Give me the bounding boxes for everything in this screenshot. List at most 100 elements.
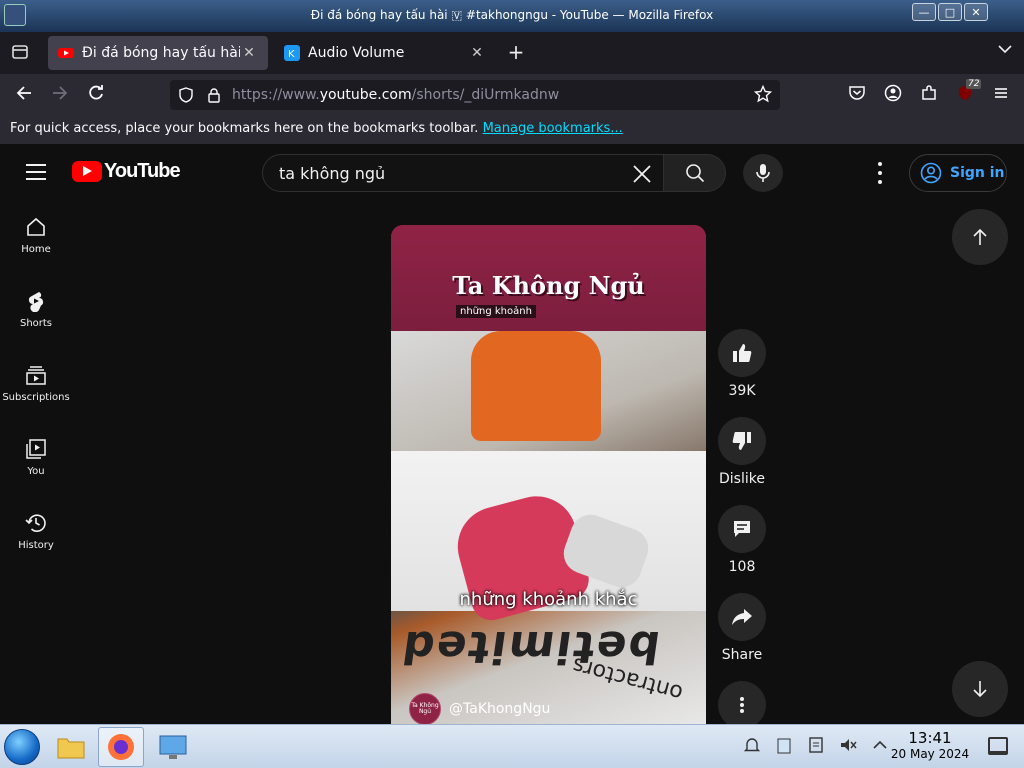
more-actions-button[interactable] <box>718 681 766 729</box>
next-short-button[interactable] <box>952 661 1008 717</box>
search-button[interactable] <box>664 154 726 192</box>
arrow-up-icon <box>973 228 987 245</box>
home-icon <box>27 217 45 236</box>
guide-item-home[interactable]: Home <box>0 216 72 290</box>
guide-label: Subscriptions <box>2 392 70 403</box>
shorts-icon <box>28 292 44 312</box>
taskbar: 13:41 20 May 2024 <box>0 724 1024 768</box>
mini-guide: Home Shorts Subscriptions You History <box>0 216 72 586</box>
file-manager-taskbar-item[interactable] <box>48 727 94 767</box>
new-tab-button[interactable]: + <box>504 40 528 64</box>
like-count: 39K <box>728 383 756 399</box>
app-menu-icon[interactable] <box>992 84 1012 104</box>
maximize-button[interactable]: □ <box>938 3 962 21</box>
guide-menu-button[interactable] <box>26 164 46 180</box>
minimize-button[interactable]: — <box>912 3 936 21</box>
window-title: Đi đá bóng hay tấu hài 🇻 #takhongngu - Y… <box>310 8 714 22</box>
kde-icon: K <box>284 45 300 61</box>
tab-audio-volume[interactable]: K Audio Volume ✕ <box>274 36 496 70</box>
tab-bar: Đi đá bóng hay tấu hài 🇻 ✕ K Audio Volum… <box>0 32 1024 74</box>
search-input[interactable]: ta không ngủ <box>262 154 664 192</box>
thumbs-up-icon <box>733 344 752 362</box>
search-query[interactable]: ta không ngủ <box>279 164 385 183</box>
comment-icon <box>734 521 750 537</box>
storage-icon[interactable] <box>806 735 826 755</box>
previous-short-button[interactable] <box>952 209 1008 265</box>
share-icon <box>732 609 752 625</box>
clipboard-icon[interactable] <box>774 735 794 755</box>
firefox-taskbar-item[interactable] <box>98 727 144 767</box>
dislike-action: Dislike <box>718 417 766 505</box>
channel-info[interactable]: Ta Không Ngủ @TaKhongNgu <box>409 693 550 724</box>
tracking-protection-shield-icon[interactable] <box>178 87 194 103</box>
manage-bookmarks-link[interactable]: Manage bookmarks... <box>483 121 623 136</box>
close-tab-icon[interactable]: ✕ <box>240 45 258 61</box>
pocket-icon[interactable] <box>848 84 868 104</box>
notifications-icon[interactable] <box>742 735 762 755</box>
history-icon <box>25 514 46 532</box>
window-titlebar: Đi đá bóng hay tấu hài 🇻 #takhongngu - Y… <box>0 0 1024 32</box>
you-icon <box>26 439 46 459</box>
back-arrow-icon <box>16 86 31 100</box>
volume-muted-icon[interactable] <box>838 735 858 755</box>
lock-icon[interactable] <box>206 87 222 103</box>
bookmark-star-icon[interactable] <box>754 85 772 103</box>
bookmarks-hint: For quick access, place your bookmarks h… <box>10 121 479 136</box>
back-button[interactable] <box>12 84 36 106</box>
firefox-icon <box>108 734 134 760</box>
url-text[interactable]: https://www.youtube.com/shorts/_diUrmkad… <box>232 87 559 103</box>
extensions-icon[interactable] <box>920 84 940 104</box>
guide-label: You <box>27 466 45 477</box>
microphone-icon <box>756 164 770 182</box>
window-controls: — □ ✕ <box>912 3 988 21</box>
guide-item-shorts[interactable]: Shorts <box>0 290 72 364</box>
ublock-origin-icon[interactable]: 72 <box>956 79 982 104</box>
guide-label: History <box>18 540 54 551</box>
forward-button[interactable] <box>48 84 72 106</box>
close-tab-icon[interactable]: ✕ <box>468 45 486 61</box>
guide-item-history[interactable]: History <box>0 512 72 586</box>
video-frame: betimited ontractors <box>391 331 706 724</box>
tab-youtube[interactable]: Đi đá bóng hay tấu hài 🇻 ✕ <box>48 36 268 70</box>
guide-label: Shorts <box>19 318 53 329</box>
comments-button[interactable] <box>718 505 766 553</box>
guide-item-you[interactable]: You <box>0 438 72 512</box>
firefox-view-icon[interactable] <box>10 42 30 62</box>
reload-button[interactable] <box>84 84 108 106</box>
chevron-down-icon <box>998 45 1012 54</box>
shorts-player[interactable]: Ta Không Ngủ những khoảnh betimited ontr… <box>391 225 706 724</box>
sign-in-label: Sign in <box>950 165 1005 181</box>
voice-search-button[interactable] <box>743 154 783 192</box>
share-button[interactable] <box>718 593 766 641</box>
dislike-button[interactable] <box>718 417 766 465</box>
url-bar[interactable]: https://www.youtube.com/shorts/_diUrmkad… <box>170 80 780 110</box>
arrow-down-icon <box>973 681 987 698</box>
youtube-icon <box>58 48 74 58</box>
youtube-play-icon <box>72 161 102 182</box>
search-icon <box>685 164 704 183</box>
close-window-button[interactable]: ✕ <box>964 3 988 21</box>
channel-handle[interactable]: @TaKhongNgu <box>449 701 550 717</box>
clock[interactable]: 13:41 20 May 2024 <box>880 729 980 761</box>
comment-count: 108 <box>728 559 756 575</box>
settings-menu-button[interactable] <box>870 162 890 184</box>
dislike-label: Dislike <box>719 471 765 487</box>
like-button[interactable] <box>718 329 766 377</box>
comments-action: 108 <box>718 505 766 593</box>
show-desktop-button[interactable] <box>988 737 1008 755</box>
video-overlay-title: Ta Không Ngủ <box>452 271 645 300</box>
subscriptions-icon <box>26 366 46 385</box>
youtube-logo[interactable]: YouTube <box>72 160 181 183</box>
thumbs-down-icon <box>732 432 751 450</box>
account-icon[interactable] <box>884 84 904 104</box>
clear-search-icon[interactable] <box>631 163 653 185</box>
system-settings-taskbar-item[interactable] <box>150 727 196 767</box>
clock-date: 20 May 2024 <box>890 747 970 761</box>
list-all-tabs-button[interactable] <box>998 42 1012 58</box>
channel-avatar[interactable]: Ta Không Ngủ <box>409 693 441 724</box>
sign-in-button[interactable]: Sign in <box>909 154 1007 192</box>
guide-item-subscriptions[interactable]: Subscriptions <box>0 364 72 438</box>
folder-icon <box>57 738 85 759</box>
bookmarks-toolbar: For quick access, place your bookmarks h… <box>0 116 1024 144</box>
start-menu-button[interactable] <box>4 729 40 765</box>
